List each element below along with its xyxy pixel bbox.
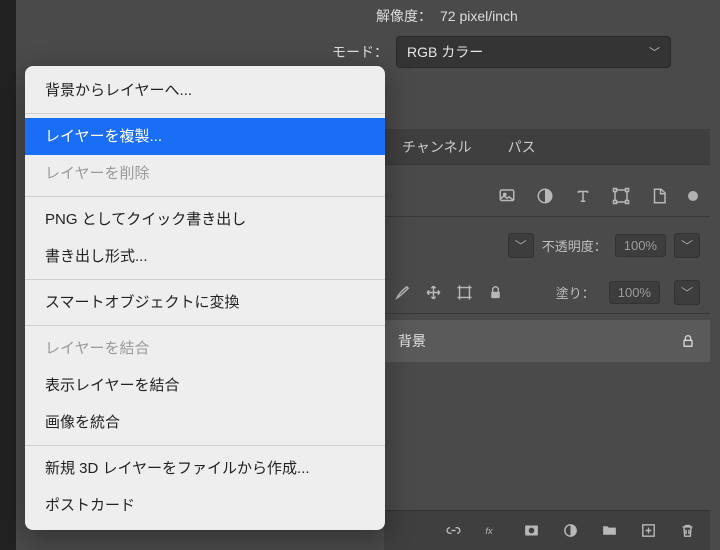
layer-name: 背景	[398, 331, 670, 351]
opacity-chevron[interactable]: ﹀	[674, 233, 700, 258]
menu-flatten-image[interactable]: 画像を統合	[25, 404, 385, 441]
chevron-down-icon: ﹀	[515, 237, 527, 254]
menu-new-3d-layer[interactable]: 新規 3D レイヤーをファイルから作成...	[25, 450, 385, 487]
lock-all-icon[interactable]	[487, 284, 504, 301]
fill-value[interactable]: 100%	[609, 281, 660, 304]
menu-background-to-layer[interactable]: 背景からレイヤーへ...	[25, 72, 385, 109]
resolution-value: 72 pixel/inch	[440, 8, 518, 24]
type-filter-icon[interactable]	[574, 187, 592, 205]
adjustment-filter-icon[interactable]	[536, 187, 554, 205]
opacity-row: ﹀ 不透明度： 100% ﹀	[384, 224, 710, 266]
blend-mode-select[interactable]: ﹀	[508, 233, 534, 258]
filter-icons-row	[384, 175, 710, 217]
mode-value: RGB カラー	[407, 42, 483, 62]
chevron-down-icon: ﹀	[681, 237, 693, 254]
menu-separator	[25, 279, 385, 280]
menu-duplicate-layer[interactable]: レイヤーを複製...	[25, 118, 385, 155]
fx-icon[interactable]: fx	[484, 522, 501, 539]
menu-convert-smart-object[interactable]: スマートオブジェクトに変換	[25, 284, 385, 321]
menu-separator	[25, 325, 385, 326]
smartobject-filter-icon[interactable]	[650, 187, 668, 205]
lock-row: 塗り： 100% ﹀	[384, 272, 710, 314]
color-label-icon[interactable]	[688, 191, 698, 201]
menu-merge-visible[interactable]: 表示レイヤーを結合	[25, 367, 385, 404]
menu-separator	[25, 113, 385, 114]
tab-path[interactable]: パス	[490, 128, 554, 166]
new-layer-icon[interactable]	[640, 522, 657, 539]
link-icon[interactable]	[445, 522, 462, 539]
opacity-label: 不透明度：	[542, 236, 607, 255]
menu-export-as[interactable]: 書き出し形式...	[25, 238, 385, 275]
move-lock-icon[interactable]	[425, 284, 442, 301]
lock-icon[interactable]	[680, 333, 696, 349]
image-filter-icon[interactable]	[498, 187, 516, 205]
fill-label: 塗り：	[556, 283, 595, 302]
menu-merge-layers: レイヤーを結合	[25, 330, 385, 367]
panel-tabs: チャンネル パス	[384, 129, 710, 165]
svg-text:fx: fx	[485, 526, 493, 536]
layers-bottom-bar: fx	[384, 510, 710, 550]
tab-channel[interactable]: チャンネル	[384, 128, 490, 166]
opacity-value[interactable]: 100%	[615, 234, 666, 257]
menu-quick-export-png[interactable]: PNG としてクイック書き出し	[25, 201, 385, 238]
resolution-label: 解像度：	[376, 6, 432, 26]
trash-icon[interactable]	[679, 522, 696, 539]
brush-lock-icon[interactable]	[394, 284, 411, 301]
layer-context-menu: 背景からレイヤーへ... レイヤーを複製... レイヤーを削除 PNG としてク…	[25, 66, 385, 530]
mode-label: モード：	[332, 42, 388, 62]
mode-select[interactable]: RGB カラー ﹀	[396, 36, 671, 68]
menu-delete-layer: レイヤーを削除	[25, 155, 385, 192]
layer-item-background[interactable]: 背景	[384, 320, 710, 362]
menu-postcard[interactable]: ポストカード	[25, 487, 385, 524]
chevron-down-icon: ﹀	[681, 284, 693, 301]
menu-separator	[25, 196, 385, 197]
menu-separator	[25, 445, 385, 446]
fill-chevron[interactable]: ﹀	[674, 280, 700, 305]
adjustment-icon[interactable]	[562, 522, 579, 539]
shape-filter-icon[interactable]	[612, 187, 630, 205]
artboard-lock-icon[interactable]	[456, 284, 473, 301]
chevron-down-icon: ﹀	[649, 44, 660, 60]
mask-icon[interactable]	[523, 522, 540, 539]
folder-icon[interactable]	[601, 522, 618, 539]
